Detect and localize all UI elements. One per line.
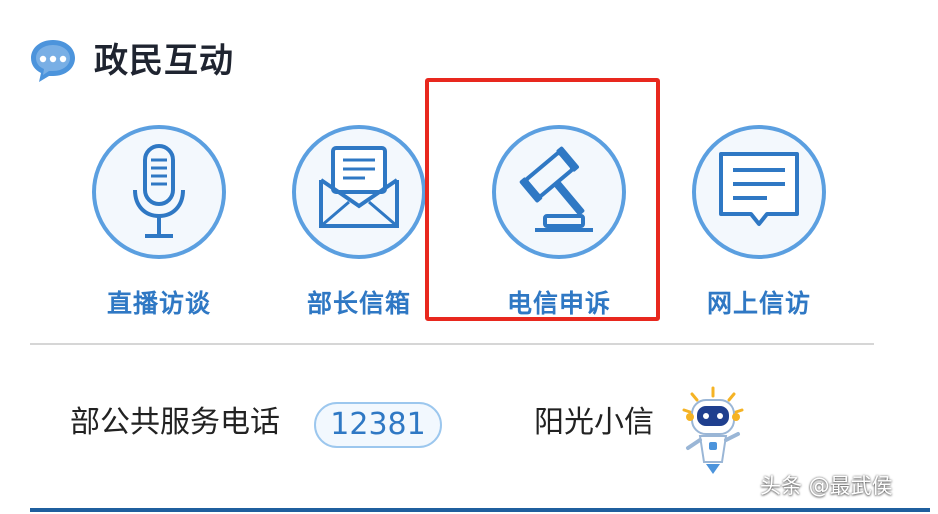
service-label: 部长信箱 [306, 289, 411, 318]
section-header: 政民互动 [28, 36, 234, 86]
service-minister-mailbox[interactable]: 部长信箱 [269, 124, 449, 324]
service-label: 直播访谈 [106, 289, 211, 318]
highlight-box [425, 78, 660, 321]
mailbox-icon [292, 125, 426, 259]
section-title: 政民互动 [94, 41, 234, 81]
message-board-icon [692, 125, 826, 259]
section-divider [30, 343, 874, 345]
bottom-divider [30, 508, 930, 512]
assistant-link[interactable]: 阳光小信 [534, 408, 654, 438]
service-online-petition[interactable]: 网上信访 [669, 124, 849, 324]
service-live-interview[interactable]: 直播访谈 [69, 124, 249, 324]
hotline-label: 部公共服务电话 [70, 405, 280, 440]
service-label: 网上信访 [706, 289, 811, 318]
microphone-icon [92, 125, 226, 259]
chat-bubble-icon [31, 40, 75, 82]
hotline-number-button[interactable]: 12381 [314, 402, 442, 448]
watermark-text: 头条 @最武侯 [760, 474, 893, 498]
robot-mascot-icon[interactable] [678, 386, 748, 476]
